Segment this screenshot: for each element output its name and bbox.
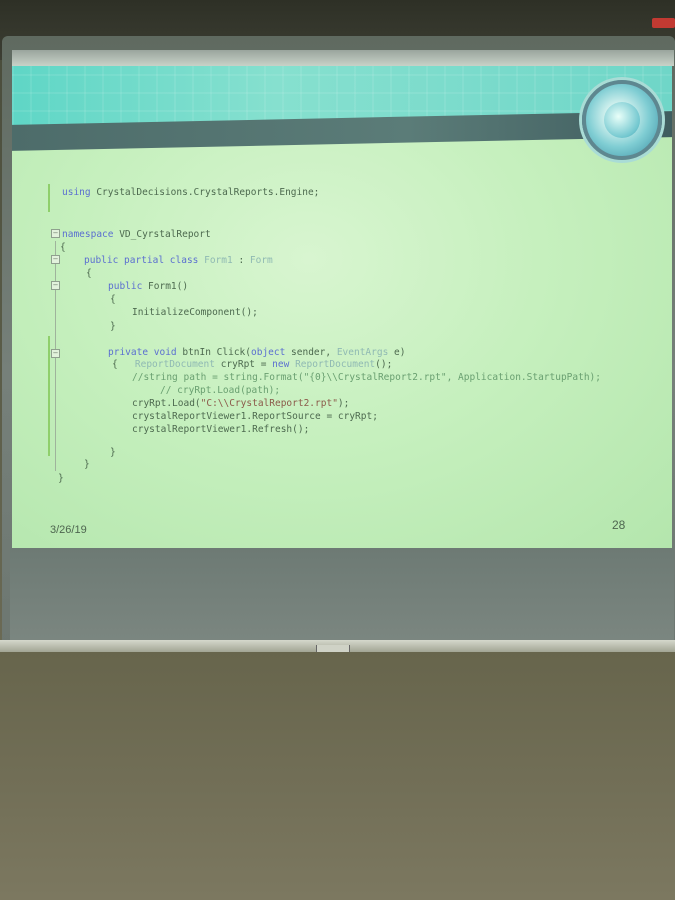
code-token: e) (388, 347, 406, 358)
code-line: InitializeComponent(); (132, 306, 258, 319)
code-token: } (58, 473, 64, 484)
code-token: crystalReportViewer1.Refresh(); (132, 424, 310, 435)
code-line: crystalReportViewer1.Refresh(); (132, 423, 309, 436)
projected-slide: − − − − using CrystalDecisions.CrystalRe… (12, 66, 672, 548)
code-token: CrystalDecisions.CrystalReports.Engine; (90, 187, 320, 198)
code-token: crystalReportViewer1.ReportSource = cryR… (132, 411, 378, 422)
globe-logo-icon (582, 80, 662, 160)
code-token: public (108, 281, 143, 292)
code-token: } (110, 321, 116, 332)
collapse-toggle-icon[interactable]: − (51, 229, 60, 238)
collapse-toggle-icon[interactable]: − (51, 281, 60, 290)
code-line: // cryRpt.Load(path); (160, 384, 280, 397)
code-token: } (110, 447, 116, 458)
collapse-toggle-icon[interactable]: − (51, 255, 60, 264)
collapse-toggle-icon[interactable]: − (51, 349, 60, 358)
change-marker (48, 336, 50, 456)
code-token: Form1 (198, 255, 233, 266)
code-token: private void (108, 347, 177, 358)
code-token: Form (249, 255, 273, 266)
code-token: { (60, 242, 66, 253)
code-line: using CrystalDecisions.CrystalReports.En… (62, 186, 319, 199)
code-line: } (58, 472, 64, 485)
code-line: } (110, 446, 116, 459)
code-token: { (112, 359, 135, 370)
code-token: //string path = string.Format("{0}\\Crys… (132, 372, 601, 383)
code-token: sender, (285, 347, 337, 358)
code-token: cryRpt = (214, 359, 273, 370)
code-token: // cryRpt.Load(path); (160, 385, 281, 396)
code-line: cryRpt.Load("C:\\CrystalReport2.rpt"); (132, 397, 349, 410)
code-line: { (110, 293, 116, 306)
globe-inner-icon (604, 102, 640, 138)
code-line: //string path = string.Format("{0}\\Crys… (132, 371, 601, 384)
code-line: public partial class Form1 : Form (84, 254, 273, 267)
code-token: ReportDocument (134, 359, 215, 370)
code-token: "C:\\CrystalReport2.rpt" (200, 398, 338, 409)
code-token: Form1() (142, 281, 189, 292)
code-token: } (84, 459, 90, 470)
screen-top-edge (12, 50, 674, 66)
code-token: using (62, 187, 91, 198)
code-token: object (251, 347, 286, 358)
code-token: public partial class (84, 255, 199, 266)
code-line: crystalReportViewer1.ReportSource = cryR… (132, 410, 378, 423)
code-token: (); (375, 359, 393, 370)
code-line: } (110, 320, 116, 333)
code-token: { (110, 294, 116, 305)
code-line: { ReportDocument cryRpt = new ReportDocu… (112, 358, 392, 371)
code-line: { (60, 241, 66, 254)
code-token: namespace (62, 229, 114, 240)
change-marker (48, 184, 50, 212)
code-token: ); (337, 398, 350, 409)
slide-page-number: 28 (612, 518, 626, 532)
code-token: VD_CyrstalReport (113, 229, 211, 240)
screen-lower-area (10, 548, 674, 640)
slide-date: 3/26/19 (50, 524, 87, 536)
code-line: { (86, 267, 92, 280)
code-line: public Form1() (108, 280, 188, 293)
wall (0, 652, 675, 900)
code-token: InitializeComponent(); (132, 307, 258, 318)
code-token: btnIn Click( (176, 347, 251, 358)
code-token: ReportDocument (289, 359, 376, 370)
code-token: new (272, 359, 290, 370)
code-token: { (86, 268, 92, 279)
red-label-tag (652, 18, 675, 28)
code-token: EventArgs (336, 347, 389, 358)
code-token: : (232, 255, 250, 266)
code-line: } (84, 458, 90, 471)
code-token: cryRpt.Load( (132, 398, 201, 409)
code-line: namespace VD_CyrstalReport (62, 228, 211, 241)
